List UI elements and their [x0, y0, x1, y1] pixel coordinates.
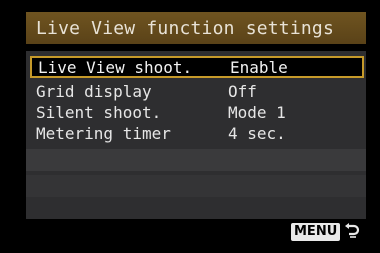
setting-label: Live View shoot. [38, 57, 193, 77]
setting-live-view-shoot[interactable]: Live View shoot. Enable [30, 56, 364, 78]
menu-button-badge[interactable]: MENU [291, 223, 341, 241]
menu-title-bar: Live View function settings [26, 12, 366, 44]
setting-label: Grid display [36, 81, 152, 101]
setting-silent-shoot[interactable]: Silent shoot. Mode 1 [26, 101, 366, 123]
empty-row [26, 175, 366, 197]
menu-title: Live View function settings [36, 17, 334, 39]
setting-label: Silent shoot. [36, 102, 162, 122]
setting-metering-timer[interactable]: Metering timer 4 sec. [26, 122, 366, 144]
settings-list: Live View shoot. Enable Grid display Off… [26, 51, 366, 219]
return-arrow-icon [345, 223, 360, 238]
camera-lcd-screen: Live View function settings Live View sh… [0, 0, 380, 253]
setting-label: Metering timer [36, 123, 171, 143]
setting-grid-display[interactable]: Grid display Off [26, 80, 366, 102]
setting-value: 4 sec. [228, 123, 286, 143]
setting-value: Off [228, 81, 257, 101]
footer-bar: MENU [26, 219, 366, 247]
setting-value: Enable [230, 57, 288, 77]
setting-value: Mode 1 [228, 102, 286, 122]
empty-row [26, 149, 366, 171]
